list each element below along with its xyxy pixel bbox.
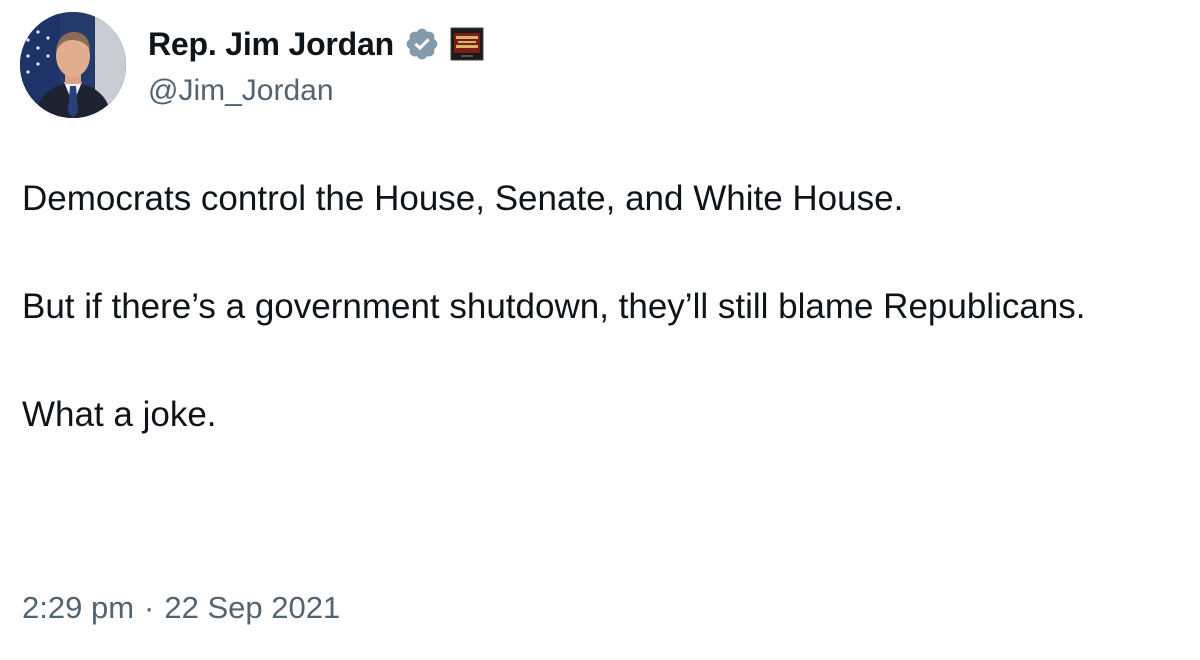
verified-badge-icon[interactable] <box>404 26 440 62</box>
tweet-paragraph: Democrats control the House, Senate, and… <box>22 179 904 218</box>
tweet-timestamp: 2:29 pm · 22 Sep 2021 <box>22 590 340 626</box>
affiliation-badge-icon[interactable] <box>450 27 484 61</box>
tweet-paragraph: But if there’s a government shutdown, th… <box>22 287 1086 326</box>
display-name[interactable]: Rep. Jim Jordan <box>148 26 394 63</box>
author-name-row: Rep. Jim Jordan <box>148 24 484 64</box>
tweet-date[interactable]: 22 Sep 2021 <box>164 590 340 625</box>
profile-photo-icon <box>20 12 126 118</box>
author-handle[interactable]: @Jim_Jordan <box>148 74 334 108</box>
tweet-text: Democrats control the House, Senate, and… <box>22 172 1187 442</box>
avatar[interactable] <box>20 12 126 118</box>
tweet: Rep. Jim Jordan @Jim_Jordan Democrats co… <box>0 0 1200 660</box>
tweet-paragraph: What a joke. <box>22 395 217 434</box>
timestamp-separator: · <box>144 590 155 625</box>
tweet-time[interactable]: 2:29 pm <box>22 590 134 625</box>
